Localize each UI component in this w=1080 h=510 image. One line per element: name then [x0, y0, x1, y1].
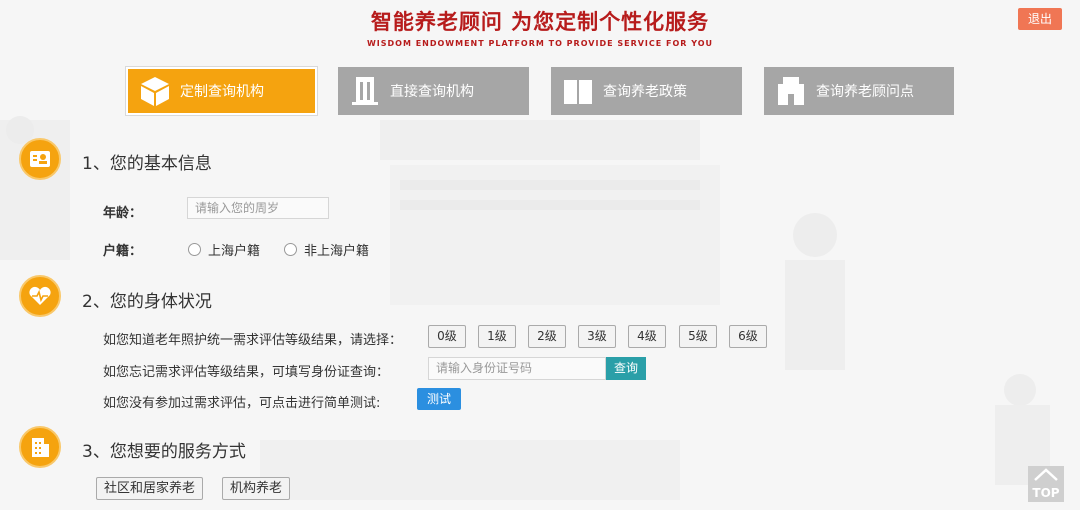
tab-direct-query-institution[interactable]: 直接查询机构: [338, 67, 529, 115]
building-list-icon: [19, 426, 61, 468]
section-health-title: 2、您的身体状况: [82, 292, 212, 312]
radio-circle: [188, 243, 201, 256]
radio-shanghai-hukou[interactable]: 上海户籍: [188, 240, 260, 259]
logout-button[interactable]: 退出: [1018, 8, 1062, 30]
tab-label: 查询养老政策: [603, 84, 687, 100]
top-label: TOP: [1032, 486, 1060, 500]
home-outline-icon: [1028, 466, 1064, 486]
service-community-home-button[interactable]: 社区和居家养老: [96, 477, 204, 500]
office-icon: [774, 74, 808, 108]
level-button-6[interactable]: 6级: [729, 325, 767, 348]
test-button[interactable]: 测试: [417, 388, 461, 410]
age-input[interactable]: 请输入您的周岁: [187, 197, 329, 219]
radio-label: 上海户籍: [208, 244, 261, 259]
query-button[interactable]: 查询: [606, 357, 646, 380]
id-number-input[interactable]: 请输入身份证号码: [428, 357, 606, 380]
test-prompt: 如您没有参加过需求评估，可点击进行简单测试:: [103, 396, 381, 411]
tab-custom-query-institution[interactable]: 定制查询机构: [126, 67, 317, 115]
level-button-0[interactable]: 0级: [428, 325, 466, 348]
tab-query-advisor-point[interactable]: 查询养老顾问点: [764, 67, 954, 115]
id-card-icon: [19, 138, 61, 180]
section-service-title: 3、您想要的服务方式: [82, 442, 246, 462]
radio-label: 非上海户籍: [304, 244, 370, 259]
level-button-4[interactable]: 4级: [628, 325, 666, 348]
tab-label: 查询养老顾问点: [816, 84, 914, 100]
tab-label: 定制查询机构: [180, 84, 264, 100]
hukou-label: 户籍：: [103, 244, 143, 259]
level-button-1[interactable]: 1级: [478, 325, 516, 348]
heartbeat-icon: [19, 275, 61, 317]
page-title: 智能养老顾问 为您定制个性化服务: [370, 10, 710, 34]
book-icon: [561, 74, 595, 108]
back-to-top-button[interactable]: TOP: [1028, 466, 1064, 502]
tab-query-policy[interactable]: 查询养老政策: [551, 67, 742, 115]
page-subtitle: WISDOM ENDOWMENT PLATFORM TO PROVIDE SER…: [366, 39, 714, 48]
age-label: 年龄：: [103, 206, 143, 221]
level-button-3[interactable]: 3级: [578, 325, 616, 348]
radio-circle: [284, 243, 297, 256]
forgot-prompt: 如您忘记需求评估等级结果，可填写身份证查询：: [103, 365, 390, 380]
building-icon: [348, 74, 382, 108]
level-button-5[interactable]: 5级: [679, 325, 717, 348]
section-basic-info-title: 1、您的基本信息: [82, 154, 212, 174]
page-header: 智能养老顾问 为您定制个性化服务 WISDOM ENDOWMENT PLATFO…: [0, 6, 1080, 48]
tab-label: 直接查询机构: [390, 84, 474, 100]
level-button-2[interactable]: 2级: [528, 325, 566, 348]
service-institution-button[interactable]: 机构养老: [222, 477, 291, 500]
radio-non-shanghai-hukou[interactable]: 非上海户籍: [284, 240, 369, 259]
level-prompt: 如您知道老年照护统一需求评估等级结果，请选择：: [103, 333, 403, 348]
cube-icon: [138, 74, 172, 108]
